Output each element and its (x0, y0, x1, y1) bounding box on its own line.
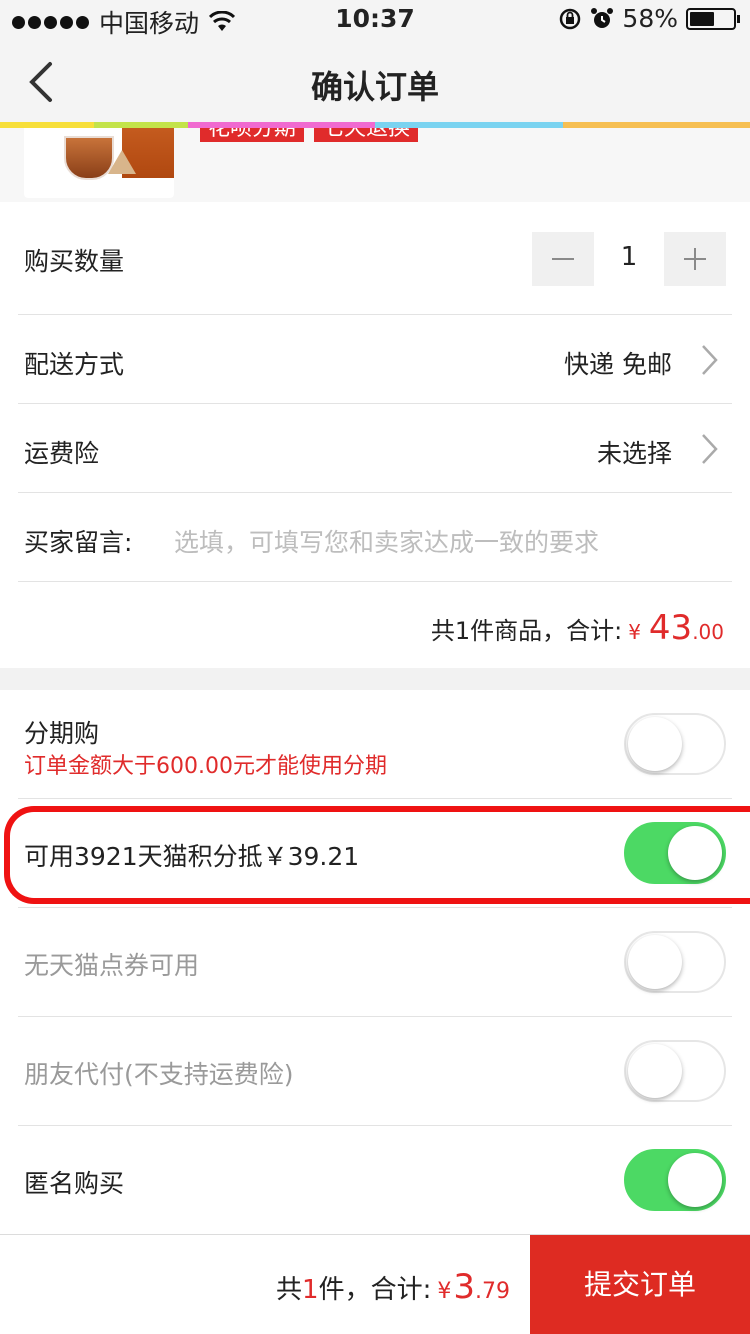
footer-total: 共 1 件，合计: ¥ 3 .79 (276, 1267, 510, 1307)
tea-cup-shape (64, 136, 114, 180)
coupon-label: 无天猫点券可用 (24, 951, 200, 980)
battery-percent: 58% (622, 4, 678, 33)
subtotal-line: 共1件商品，合计: ¥ 43 .00 (431, 608, 724, 648)
friend-pay-label: 朋友代付(不支持运费险) (24, 1060, 294, 1089)
installment-note: 订单金额大于600.00元才能使用分期 (24, 754, 387, 779)
subtotal-row: 共1件商品，合计: ¥ 43 .00 (0, 582, 750, 668)
product-strip[interactable]: 花呗分期 七天退换 (0, 128, 750, 202)
submit-order-button[interactable]: 提交订单 (530, 1235, 750, 1334)
shipping-value: 快递 免邮 (564, 350, 672, 379)
subtotal-prefix: 共1件商品，合计: (430, 617, 623, 645)
rotation-lock-icon (560, 8, 581, 29)
footer-count-value: 1 (302, 1275, 319, 1305)
product-image[interactable] (24, 128, 174, 198)
footer-price-integer: 3 (453, 1267, 475, 1307)
coupon-row: 无天猫点券可用 (0, 908, 750, 1016)
promo-tags: 花呗分期 七天退换 (200, 128, 419, 142)
subtotal-decimal: .00 (692, 620, 724, 644)
installment-toggle[interactable] (624, 713, 726, 775)
message-input[interactable]: 选填，可填写您和卖家达成一致的要求 (174, 523, 599, 559)
chevron-right-icon (702, 434, 718, 464)
quantity-increase-button[interactable] (664, 232, 726, 286)
installment-row: 分期购 订单金额大于600.00元才能使用分期 (0, 690, 750, 798)
status-bar: 中国移动 10:37 58% (0, 0, 750, 40)
quantity-row: 购买数量 1 (0, 202, 750, 314)
footer-currency: ¥ (437, 1279, 452, 1304)
promo-tag: 花呗分期 (200, 128, 305, 142)
quantity-label: 购买数量 (24, 247, 125, 276)
quantity-decrease-button[interactable] (532, 232, 594, 286)
friend-pay-row: 朋友代付(不支持运费险) (0, 1017, 750, 1125)
tea-bag-shape (108, 150, 136, 174)
message-row: 买家留言: 选填，可填写您和卖家达成一致的要求 (0, 493, 750, 581)
footer-count-prefix: 共 (276, 1275, 303, 1305)
toggle-knob (628, 717, 682, 771)
insurance-value: 未选择 (596, 439, 672, 468)
anonymous-row: 匿名购买 (0, 1126, 750, 1234)
status-right: 58% (558, 4, 740, 33)
alarm-icon (591, 7, 614, 28)
toggle-knob (628, 935, 682, 989)
toggle-knob (628, 1044, 682, 1098)
insurance-row[interactable]: 运费险 未选择 (0, 404, 750, 492)
anonymous-toggle[interactable] (624, 1149, 726, 1211)
options-card: 分期购 订单金额大于600.00元才能使用分期 可用3921天猫积分抵￥39.2… (0, 690, 750, 1234)
toggle-knob (668, 1153, 722, 1207)
page-title: 确认订单 (310, 68, 439, 106)
battery-icon (686, 7, 740, 30)
footer-count-suffix: 件，合计: (318, 1275, 432, 1305)
message-label: 买家留言: (24, 528, 133, 557)
checkout-bar: 共 1 件，合计: ¥ 3 .79 提交订单 (0, 1234, 750, 1334)
subtotal-currency: ¥ (628, 620, 641, 644)
order-details-card: 购买数量 1 配送方式 快递 免邮 运费险 未选择 买家留言: 选填，可填写您和… (0, 202, 750, 668)
chevron-right-icon (702, 345, 718, 375)
nav-bar: 确认订单 (0, 40, 750, 122)
highlight-annotation (4, 806, 750, 904)
anonymous-label: 匿名购买 (24, 1169, 125, 1198)
promo-tag: 七天退换 (314, 128, 419, 142)
friend-pay-toggle[interactable] (624, 1040, 726, 1102)
quantity-value[interactable]: 1 (594, 242, 664, 272)
shipping-label: 配送方式 (24, 350, 125, 379)
insurance-label: 运费险 (24, 439, 100, 468)
installment-label: 分期购 (24, 719, 100, 748)
subtotal-integer: 43 (648, 608, 693, 648)
coupon-toggle[interactable] (624, 931, 726, 993)
shipping-row[interactable]: 配送方式 快递 免邮 (0, 315, 750, 403)
footer-price-decimal: .79 (475, 1279, 510, 1304)
